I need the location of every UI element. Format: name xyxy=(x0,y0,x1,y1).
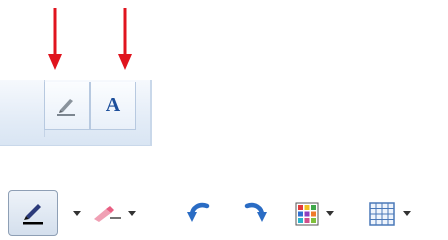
pen-icon xyxy=(57,98,75,116)
pen-button[interactable] xyxy=(44,82,90,130)
pen-dropdown-arrow[interactable] xyxy=(73,211,81,216)
redo-icon xyxy=(244,202,267,222)
font-button-label: A xyxy=(105,94,121,116)
color-palette-button[interactable] xyxy=(294,188,320,240)
undo-button[interactable] xyxy=(186,188,214,240)
font-button[interactable]: A xyxy=(90,82,136,130)
pen-icon xyxy=(23,204,43,225)
eraser-icon xyxy=(94,206,121,222)
color-grid-icon xyxy=(295,202,319,226)
eraser-dropdown-arrow[interactable] xyxy=(128,211,136,216)
redo-button[interactable] xyxy=(240,188,268,240)
eraser-tool-button[interactable] xyxy=(92,188,122,240)
color-palette-dropdown-arrow[interactable] xyxy=(326,211,334,216)
red-down-arrow-icon xyxy=(118,8,132,70)
ribbon-group: A xyxy=(0,80,152,146)
pen-tool-button[interactable] xyxy=(8,190,58,236)
red-down-arrow-icon xyxy=(48,8,62,70)
table-grid-icon xyxy=(369,202,395,226)
undo-icon xyxy=(187,202,210,222)
table-grid-dropdown-arrow[interactable] xyxy=(403,211,411,216)
table-grid-button[interactable] xyxy=(368,188,396,240)
drawing-toolbar xyxy=(0,188,448,240)
